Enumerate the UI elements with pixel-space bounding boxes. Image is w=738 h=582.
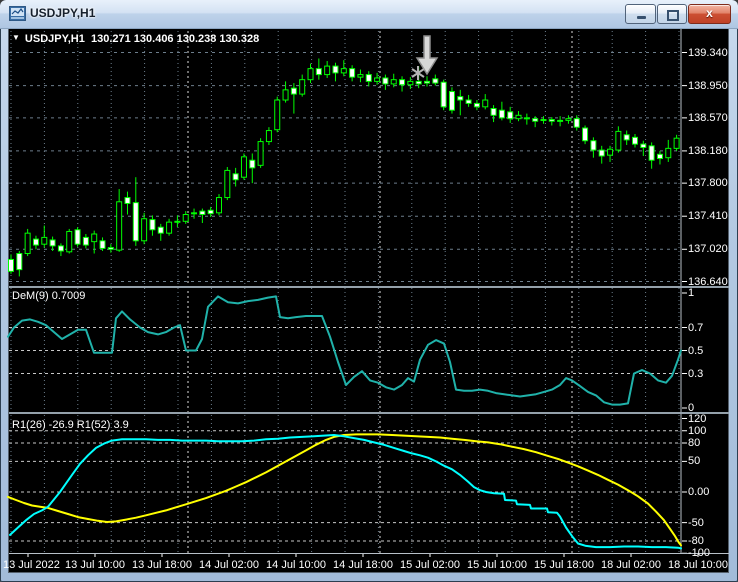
chart-ohlc-header: ▼ USDJPY,H1 130.271 130.406 130.238 130.3… <box>12 33 259 45</box>
minimize-button[interactable] <box>625 4 656 24</box>
mt4-chart-window: 139.340 138.950 138.570 138.180 137.800 137.4… <box>0 0 738 582</box>
restore-icon <box>667 10 679 21</box>
dem-indicator-label: DeM(9) 0.7009 <box>12 290 86 302</box>
restore-button[interactable] <box>657 4 687 24</box>
close-icon: x <box>706 6 713 20</box>
chart-symbol-label: USDJPY,H1 <box>24 33 85 45</box>
chart-icon <box>9 6 26 21</box>
chart-canvas[interactable] <box>0 0 738 582</box>
chart-ohlc-values: 130.271 130.406 130.238 130.328 <box>90 33 260 45</box>
close-button[interactable]: x <box>688 4 731 24</box>
window-title: USDJPY,H1 <box>30 6 96 20</box>
title-bar[interactable]: USDJPY,H1 x <box>0 0 738 29</box>
down-arrow-annotation[interactable] <box>415 35 439 76</box>
chevron-down-icon[interactable]: ▼ <box>12 33 20 42</box>
minimize-icon <box>636 16 646 19</box>
oscillator-indicator-label: R1(26) -26.9 R1(52) 3.9 <box>12 419 129 431</box>
